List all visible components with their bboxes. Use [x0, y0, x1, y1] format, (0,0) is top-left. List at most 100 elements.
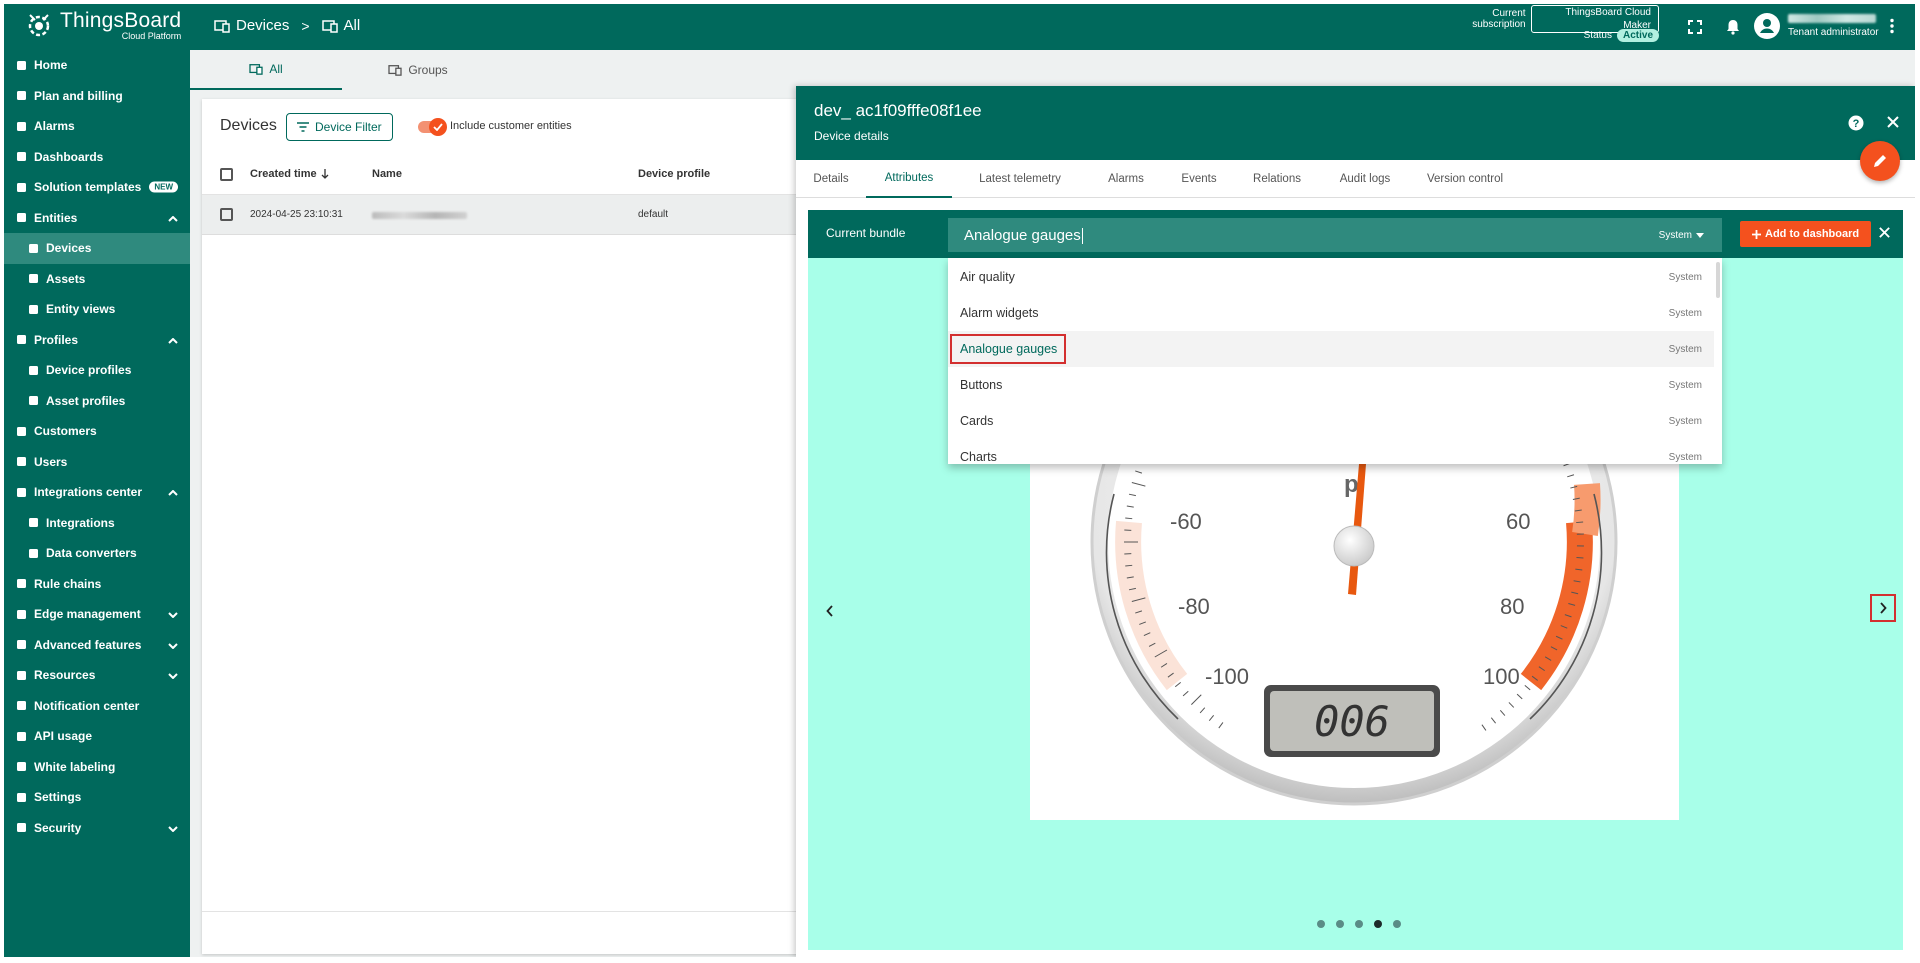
bundle-option-charts[interactable]: Charts System	[948, 439, 1714, 464]
user-role: Tenant administrator	[1788, 27, 1879, 38]
row-checkbox[interactable]	[220, 208, 233, 221]
carousel-dot[interactable]	[1336, 920, 1344, 928]
sidebar: Home Plan and billing Alarms Dashboards Solu…	[4, 50, 190, 957]
sidebar-item-assets[interactable]: Assets	[4, 264, 190, 295]
chevron-right-icon	[1880, 602, 1887, 614]
sidebar-item-resources[interactable]: Resources	[4, 660, 190, 691]
gauge-label-neg100: -100	[1205, 664, 1249, 689]
carousel-prev-icon[interactable]	[826, 605, 834, 620]
sidebar-item-entity-views[interactable]: Entity views	[4, 294, 190, 325]
rule-chains-icon	[14, 577, 28, 591]
sidebar-item-devices[interactable]: Devices	[4, 233, 190, 264]
sidebar-item-home[interactable]: Home	[4, 50, 190, 81]
tab-relations[interactable]: Relations	[1234, 160, 1320, 198]
bundle-option-tag: System	[1668, 415, 1702, 427]
column-created-time-label: Created time	[250, 168, 317, 180]
include-customer-toggle[interactable]	[418, 118, 447, 136]
tab-details[interactable]: Details	[796, 160, 866, 198]
users-icon	[14, 455, 28, 469]
carousel-dot[interactable]	[1317, 920, 1325, 928]
bundle-option-cards[interactable]: Cards System	[948, 403, 1714, 439]
column-created-time[interactable]: Created time	[250, 168, 329, 180]
sidebar-item-label: Devices	[46, 241, 92, 256]
sidebar-item-api-usage[interactable]: API usage	[4, 721, 190, 752]
sidebar-item-integrations-center[interactable]: Integrations center	[4, 477, 190, 508]
bundle-option-air-quality[interactable]: Air quality System	[948, 259, 1714, 295]
sidebar-item-label: Home	[34, 58, 68, 73]
tab-latest-telemetry[interactable]: Latest telemetry	[952, 160, 1088, 198]
tab-audit-logs[interactable]: Audit logs	[1320, 160, 1410, 198]
sidebar-item-device-profiles[interactable]: Device profiles	[4, 355, 190, 386]
more-vert-icon[interactable]	[1889, 18, 1895, 37]
device-filter-button[interactable]: Device Filter	[286, 113, 393, 141]
page-title: Devices	[220, 117, 277, 134]
breadcrumb-all[interactable]: All	[321, 17, 360, 34]
details-tabs: Details Attributes Latest telemetry Alarms E…	[796, 160, 1915, 198]
sidebar-item-entities[interactable]: Entities	[4, 203, 190, 234]
sidebar-item-customers[interactable]: Customers	[4, 416, 190, 447]
sidebar-item-advanced-features[interactable]: Advanced features	[4, 630, 190, 661]
sidebar-item-label: Solution templates	[34, 180, 142, 195]
sidebar-item-asset-profiles[interactable]: Asset profiles	[4, 386, 190, 417]
bundle-scope-select[interactable]: System	[1659, 230, 1704, 241]
sidebar-item-profiles[interactable]: Profiles	[4, 325, 190, 356]
user-menu[interactable]: Tenant administrator	[1754, 13, 1879, 39]
fullscreen-icon[interactable]	[1684, 16, 1706, 38]
sidebar-item-label: Assets	[46, 271, 86, 286]
carousel-dot[interactable]	[1374, 920, 1382, 928]
carousel-next-button[interactable]	[1870, 594, 1896, 622]
tab-events[interactable]: Events	[1164, 160, 1234, 198]
tab-groups[interactable]: Groups	[342, 50, 494, 90]
close-icon[interactable]	[1878, 226, 1891, 242]
table-row[interactable]: 2024-04-25 23:10:31 default	[202, 195, 812, 235]
column-name[interactable]: Name	[372, 168, 402, 180]
sidebar-item-integrations[interactable]: Integrations	[4, 508, 190, 539]
notifications-bell-icon[interactable]	[1722, 16, 1744, 38]
dropdown-scrollbar[interactable]	[1716, 262, 1720, 298]
tab-alarms[interactable]: Alarms	[1088, 160, 1164, 198]
sidebar-item-plan-and-billing[interactable]: Plan and billing	[4, 81, 190, 112]
sidebar-item-alarms[interactable]: Alarms	[4, 111, 190, 142]
templates-icon	[14, 180, 28, 194]
device-profiles-icon	[26, 363, 40, 377]
sidebar-item-edge-management[interactable]: Edge management	[4, 599, 190, 630]
bundle-option-label: Charts	[960, 450, 997, 464]
gauge-widget-preview[interactable]: -60 -80 -100 60 80 100 p 006	[1030, 464, 1679, 820]
close-icon[interactable]	[1886, 115, 1900, 132]
assets-icon	[26, 272, 40, 286]
bundle-option-analogue-gauges[interactable]: Analogue gauges System	[948, 331, 1714, 367]
sidebar-item-solution-templates[interactable]: Solution templates NEW	[4, 172, 190, 203]
bundle-option-buttons[interactable]: Buttons System	[948, 367, 1714, 403]
breadcrumb-devices[interactable]: Devices	[214, 17, 289, 34]
column-device-profile[interactable]: Device profile	[638, 168, 710, 180]
bundle-option-tag: System	[1668, 343, 1702, 355]
add-to-dashboard-button[interactable]: Add to dashboard	[1740, 221, 1872, 247]
sidebar-item-label: Alarms	[34, 119, 75, 134]
carousel-dot[interactable]	[1393, 920, 1401, 928]
app-frame: ThingsBoard Cloud Platform Devices > All…	[4, 4, 1915, 957]
carousel-dot[interactable]	[1355, 920, 1363, 928]
sidebar-item-label: Entities	[34, 210, 78, 225]
sidebar-item-users[interactable]: Users	[4, 447, 190, 478]
bundle-search-input[interactable]: Analogue gauges System	[948, 218, 1722, 252]
logo[interactable]: ThingsBoard Cloud Platform	[24, 10, 181, 41]
bundle-option-tag: System	[1668, 307, 1702, 319]
tab-all[interactable]: All	[190, 50, 342, 90]
select-all-checkbox[interactable]	[220, 168, 233, 181]
sidebar-item-notification-center[interactable]: Notification center	[4, 691, 190, 722]
bundle-option-alarm-widgets[interactable]: Alarm widgets System	[948, 295, 1714, 331]
white-labeling-icon	[14, 760, 28, 774]
sidebar-item-settings[interactable]: Settings	[4, 782, 190, 813]
sidebar-item-dashboards[interactable]: Dashboards	[4, 142, 190, 173]
sidebar-item-label: Plan and billing	[34, 88, 123, 103]
sidebar-item-rule-chains[interactable]: Rule chains	[4, 569, 190, 600]
devices-table-card: Devices Device Filter Include customer e…	[202, 99, 812, 954]
account-circle-icon	[1760, 19, 1774, 33]
sidebar-item-data-converters[interactable]: Data converters	[4, 538, 190, 569]
sidebar-item-white-labeling[interactable]: White labeling	[4, 752, 190, 783]
row-name-blurred	[372, 212, 467, 219]
tab-attributes[interactable]: Attributes	[866, 160, 952, 198]
sidebar-item-security[interactable]: Security	[4, 813, 190, 844]
tab-version-control[interactable]: Version control	[1410, 160, 1520, 198]
help-icon[interactable]: ?	[1848, 115, 1864, 134]
